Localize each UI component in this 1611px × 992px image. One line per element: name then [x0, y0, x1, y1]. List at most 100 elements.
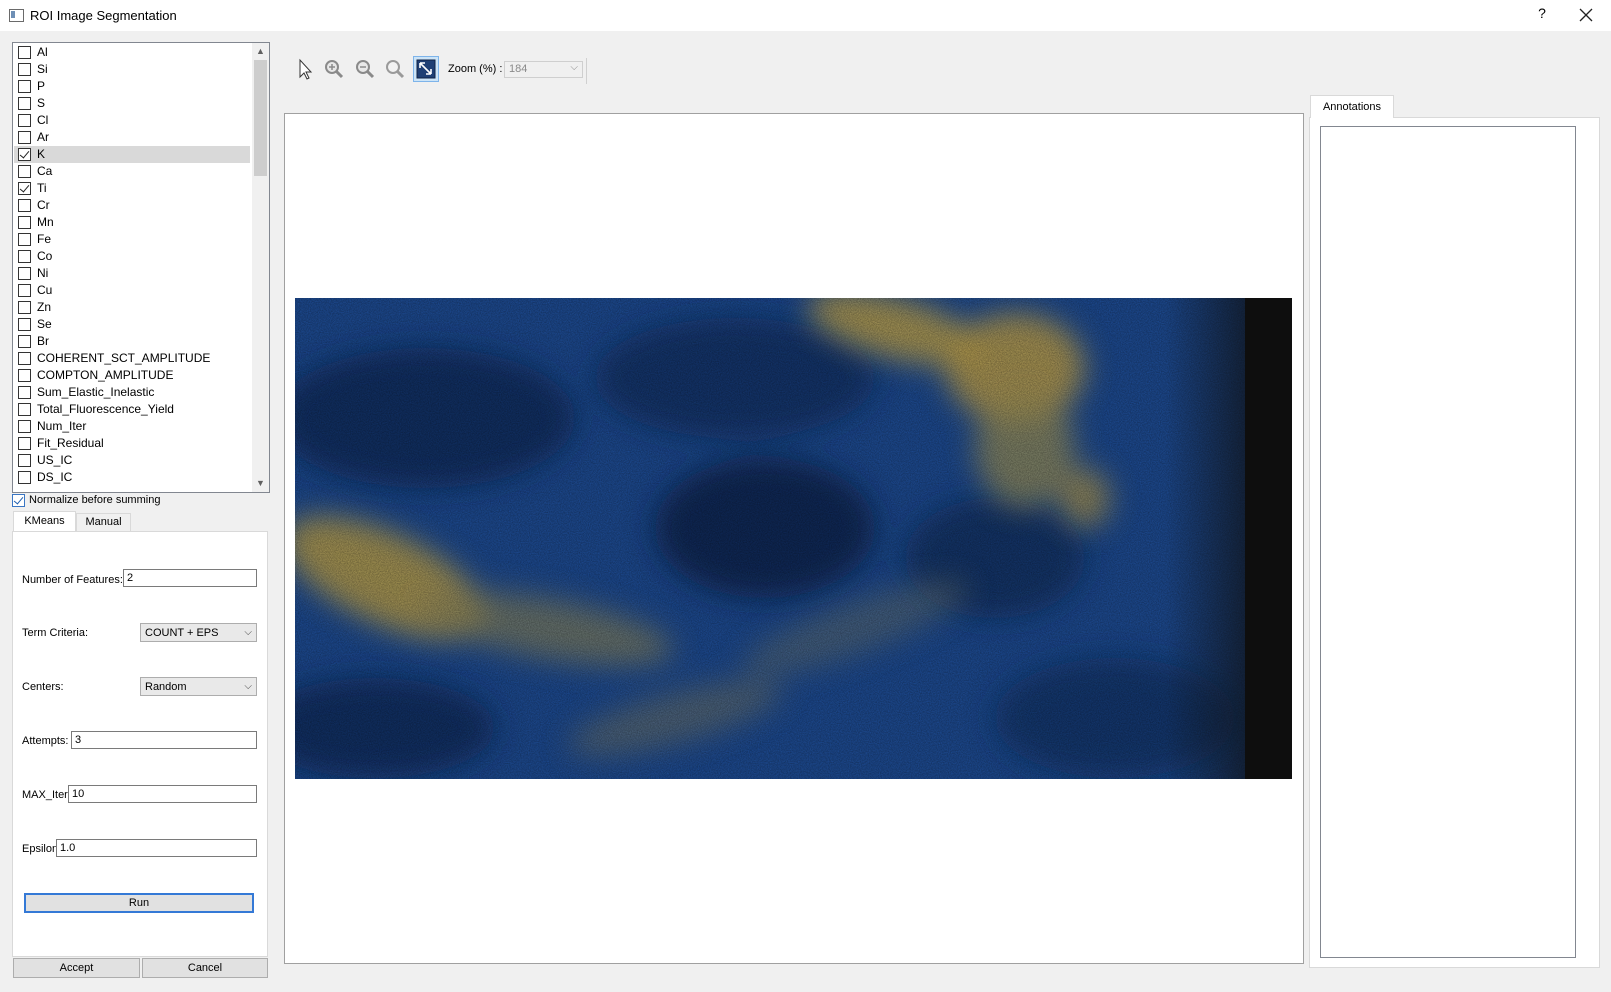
term-criteria-label: Term Criteria: [22, 627, 89, 639]
channel-item-s[interactable]: S [14, 95, 250, 112]
run-button[interactable]: Run [24, 893, 254, 913]
num-features-field[interactable] [123, 569, 257, 587]
channel-item-fit-residual[interactable]: Fit_Residual [14, 435, 250, 452]
channel-label: Total_Fluorescence_Yield [37, 402, 174, 416]
channel-checkbox[interactable] [18, 114, 31, 127]
channel-item-cu[interactable]: Cu [14, 282, 250, 299]
zoom-value: 184 [509, 63, 528, 75]
channel-item-k[interactable]: K [14, 146, 250, 163]
channel-checkbox[interactable] [18, 216, 31, 229]
channel-checkbox[interactable] [18, 182, 31, 195]
scroll-up-icon[interactable]: ▲ [252, 43, 269, 60]
channel-item-num-iter[interactable]: Num_Iter [14, 418, 250, 435]
channel-checkbox[interactable] [18, 131, 31, 144]
channel-checkbox[interactable] [18, 471, 31, 484]
channel-item-cr[interactable]: Cr [14, 197, 250, 214]
channel-item-ni[interactable]: Ni [14, 265, 250, 282]
zoom-reset-button[interactable] [382, 56, 408, 82]
channel-checkbox[interactable] [18, 437, 31, 450]
help-button[interactable]: ? [1532, 5, 1552, 25]
scroll-thumb[interactable] [254, 60, 267, 176]
pointer-tool-button[interactable] [292, 56, 318, 82]
normalize-checkbox-box[interactable] [12, 494, 25, 507]
channel-label: COMPTON_AMPLITUDE [37, 368, 174, 382]
channel-item-ar[interactable]: Ar [14, 129, 250, 146]
channel-checkbox[interactable] [18, 284, 31, 297]
pointer-icon [299, 58, 313, 80]
channel-checkbox[interactable] [18, 335, 31, 348]
attempts-field[interactable] [71, 731, 257, 749]
cancel-button[interactable]: Cancel [142, 958, 268, 978]
channel-list-scrollbar[interactable]: ▲ ▼ [252, 43, 269, 492]
channel-item-se[interactable]: Se [14, 316, 250, 333]
channel-item-br[interactable]: Br [14, 333, 250, 350]
channel-checkbox[interactable] [18, 454, 31, 467]
channel-checkbox[interactable] [18, 318, 31, 331]
channel-item-us-ic[interactable]: US_IC [14, 452, 250, 469]
channel-label: Ca [37, 164, 53, 178]
channel-checkbox[interactable] [18, 250, 31, 263]
channel-checkbox[interactable] [18, 420, 31, 433]
channel-item-cl[interactable]: Cl [14, 112, 250, 129]
channel-checkbox[interactable] [18, 386, 31, 399]
channel-item-compton-amplitude[interactable]: COMPTON_AMPLITUDE [14, 367, 250, 384]
channel-item-mn[interactable]: Mn [14, 214, 250, 231]
zoom-out-button[interactable] [352, 56, 378, 82]
channel-label: Sum_Elastic_Inelastic [37, 385, 155, 399]
channel-list[interactable]: Al Si P S Cl Ar K Ca Ti Cr Mn Fe Co Ni Cu Zn Se Br COHEREN… [12, 42, 270, 493]
channel-item-fe[interactable]: Fe [14, 231, 250, 248]
channel-label: Se [37, 317, 52, 331]
channel-label: COHERENT_SCT_AMPLITUDE [37, 351, 211, 365]
channel-checkbox[interactable] [18, 80, 31, 93]
zoom-out-icon [356, 60, 375, 79]
channel-item-ds-ic[interactable]: DS_IC [14, 469, 250, 486]
channel-checkbox[interactable] [18, 97, 31, 110]
channel-item-total-fluorescence-yield[interactable]: Total_Fluorescence_Yield [14, 401, 250, 418]
zoom-select[interactable]: 184 ⌵ [504, 61, 583, 78]
zoom-in-button[interactable] [321, 56, 347, 82]
tab-annotations[interactable]: Annotations [1310, 95, 1394, 118]
channel-item-p[interactable]: P [14, 78, 250, 95]
tab-kmeans[interactable]: KMeans [13, 511, 76, 533]
window-title: ROI Image Segmentation [30, 8, 177, 23]
channel-item-sum-elastic-inelastic[interactable]: Sum_Elastic_Inelastic [14, 384, 250, 401]
close-button[interactable] [1574, 3, 1598, 27]
channel-checkbox[interactable] [18, 46, 31, 59]
channel-checkbox[interactable] [18, 352, 31, 365]
channel-label: US_IC [37, 453, 73, 467]
channel-checkbox[interactable] [18, 199, 31, 212]
fit-to-window-icon [416, 59, 436, 79]
channel-checkbox[interactable] [18, 63, 31, 76]
channel-item-al[interactable]: Al [14, 44, 250, 61]
channel-item-ca[interactable]: Ca [14, 163, 250, 180]
channel-checkbox[interactable] [18, 165, 31, 178]
channel-checkbox[interactable] [18, 233, 31, 246]
attempts-label: Attempts: [22, 735, 69, 747]
channel-item-si[interactable]: Si [14, 61, 250, 78]
channel-checkbox[interactable] [18, 148, 31, 161]
channel-checkbox[interactable] [18, 369, 31, 382]
accept-button[interactable]: Accept [13, 958, 140, 978]
term-criteria-value: COUNT + EPS [145, 627, 219, 639]
term-criteria-select[interactable]: COUNT + EPS ⌵ [140, 623, 257, 642]
channel-item-zn[interactable]: Zn [14, 299, 250, 316]
fit-to-window-button[interactable] [413, 56, 439, 82]
annotations-list[interactable] [1320, 126, 1576, 958]
scroll-down-icon[interactable]: ▼ [252, 475, 269, 492]
channel-item-ti[interactable]: Ti [14, 180, 250, 197]
channel-label: Num_Iter [37, 419, 87, 433]
zoom-reset-icon [386, 60, 405, 79]
max-iter-label: MAX_Iter [22, 789, 68, 801]
channel-label: K [37, 147, 46, 161]
channel-item-coherent-sct-amplitude[interactable]: COHERENT_SCT_AMPLITUDE [14, 350, 250, 367]
centers-select[interactable]: Random ⌵ [140, 677, 257, 696]
tab-manual[interactable]: Manual [76, 513, 131, 532]
channel-checkbox[interactable] [18, 403, 31, 416]
channel-label: Al [37, 45, 48, 59]
epsilon-field[interactable] [56, 839, 257, 857]
segmentation-map-image[interactable] [295, 298, 1292, 779]
channel-checkbox[interactable] [18, 267, 31, 280]
max-iter-field[interactable] [68, 785, 257, 803]
channel-checkbox[interactable] [18, 301, 31, 314]
channel-item-co[interactable]: Co [14, 248, 250, 265]
